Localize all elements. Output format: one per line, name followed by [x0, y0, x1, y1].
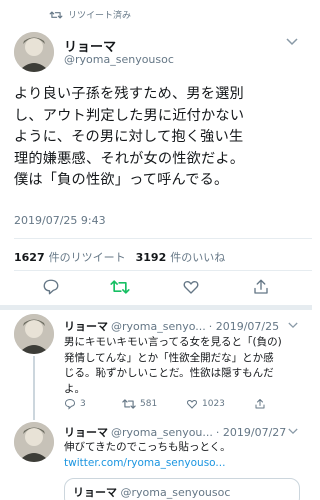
reply-author-name[interactable]: リョーマ [64, 318, 108, 334]
retweet-count-label[interactable]: 件のリツイート [49, 249, 126, 265]
heart-icon [186, 398, 198, 410]
divider [14, 270, 312, 271]
reply-header: リョーマ @ryoma_senyo... · 2019/07/25 [64, 318, 279, 334]
quote-author-handle: @ryoma_senyousoc [120, 486, 231, 499]
like-button[interactable]: 1023 [186, 398, 225, 410]
reply-text-line: 伸びてきたのでこっちも貼っとく。 [64, 441, 231, 453]
tweet-text-line: 僕は「負の性欲」って呼んでる。 [14, 172, 229, 188]
like-count[interactable]: 3192 [136, 251, 167, 264]
tweet-actions [0, 278, 312, 300]
quote-author-name: リョーマ [73, 486, 117, 499]
thread-line [33, 356, 35, 420]
avatar[interactable] [14, 314, 54, 354]
tweet-text: より良い子孫を残すため、男を選別 し、アウト判定した男に近付かない ように、その… [14, 84, 304, 192]
divider [14, 238, 312, 239]
retweet-count[interactable]: 1627 [14, 251, 45, 264]
tweet-text-line: ように、その男に対して抱く強い生 [14, 129, 244, 145]
avatar[interactable] [14, 422, 54, 462]
retweet-banner-label: リツイート済み [68, 11, 132, 21]
reply-date[interactable]: · 2019/07/27 [216, 426, 286, 439]
section-separator [0, 305, 312, 310]
share-button[interactable] [254, 398, 266, 410]
reply-button[interactable]: 3 [64, 398, 86, 410]
reply-link[interactable]: twitter.com/ryoma_senyouso... [64, 456, 304, 472]
avatar[interactable] [14, 32, 54, 72]
reply-text-line: じる。恥ずかしいことだ。性欲は隠すもんだ [64, 367, 274, 379]
like-count: 1023 [202, 399, 225, 409]
chevron-down-icon[interactable] [286, 38, 298, 46]
chevron-down-icon[interactable] [288, 322, 298, 329]
retweet-icon[interactable] [110, 278, 130, 296]
tweet-text-line: 理的嫌悪感、それが女の性欲だよ。 [14, 150, 245, 167]
reply-text: 男にキモいキモい言ってる女を見ると「(負の) 発情してんな」とか「性欲全開だな」… [64, 335, 304, 397]
heart-icon[interactable] [182, 278, 200, 296]
retweet-button[interactable]: 581 [122, 398, 157, 410]
reply-author-name[interactable]: リョーマ [64, 424, 108, 440]
tweet-timestamp[interactable]: 2019/07/25 9:43 [14, 214, 106, 227]
reply-author-handle[interactable]: @ryoma_senyou... [111, 426, 213, 439]
reply-text-line: 発情してんな」とか「性欲全開だな」とか感 [64, 351, 274, 364]
retweet-count: 581 [140, 399, 158, 409]
reply-count: 3 [80, 399, 86, 409]
like-count-label[interactable]: 件のいいね [170, 249, 225, 265]
reply-header: リョーマ @ryoma_senyou... · 2019/07/27 [64, 424, 286, 440]
tweet-stats: 1627 件のリツイート 3192 件のいいね [14, 249, 225, 265]
quoted-tweet[interactable]: リョーマ @ryoma_senyousoc [64, 478, 300, 500]
tweet-text-line: し、アウト判定した男に近付かない [14, 107, 245, 124]
reply-date[interactable]: · 2019/07/25 [209, 320, 279, 333]
reply-author-handle[interactable]: @ryoma_senyo... [111, 320, 206, 333]
share-icon [254, 398, 266, 410]
share-icon[interactable] [252, 278, 270, 296]
chevron-down-icon[interactable] [288, 428, 298, 435]
author-handle[interactable]: @ryoma_senyousoc [64, 53, 174, 66]
retweet-banner: リツイート済み [49, 8, 131, 21]
reply-icon [64, 398, 76, 410]
reply-icon[interactable] [42, 278, 60, 296]
tweet-text-line: より良い子孫を残すため、男を選別 [14, 86, 244, 102]
retweet-icon [122, 398, 136, 410]
reply-text-line: よ。 [64, 382, 85, 395]
retweet-icon [49, 10, 63, 20]
reply-text-line: 男にキモいキモい言ってる女を見ると「(負の) [64, 336, 282, 348]
reply-text: 伸びてきたのでこっちも貼っとく。 twitter.com/ryoma_senyo… [64, 440, 304, 471]
